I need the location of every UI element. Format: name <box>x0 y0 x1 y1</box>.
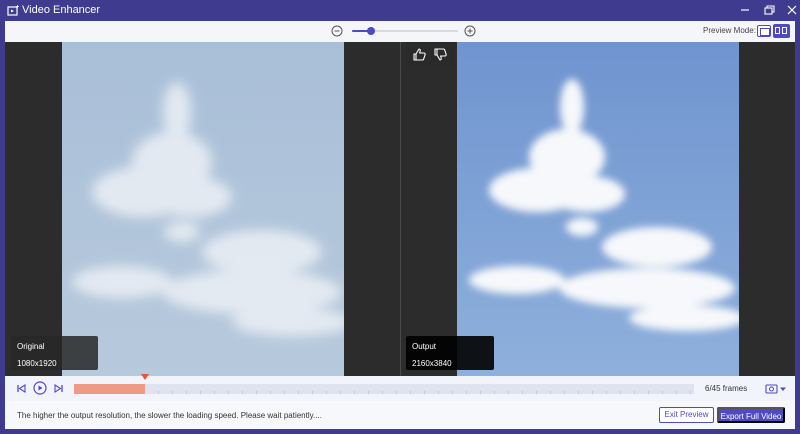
timeline-track[interactable] <box>74 384 694 394</box>
preview-area: Original 1080x1920 Output 2160x3840 <box>5 42 795 376</box>
app-logo-icon <box>7 4 20 16</box>
zoom-in-icon[interactable] <box>464 25 476 37</box>
playhead-marker[interactable] <box>140 374 149 380</box>
thumbs-down-icon[interactable] <box>433 47 448 62</box>
play-icon[interactable] <box>33 381 47 395</box>
zoom-slider[interactable] <box>352 27 458 35</box>
timeline-progress <box>74 384 145 394</box>
window-title: Video Enhancer <box>22 4 101 16</box>
split-view-icon[interactable] <box>773 24 790 38</box>
single-view-icon[interactable] <box>757 25 771 37</box>
footer-bar: The higher the output resolution, the sl… <box>5 401 795 429</box>
thumbs-up-icon[interactable] <box>412 47 427 62</box>
title-bar: Video Enhancer <box>0 0 800 21</box>
timeline-ticks <box>74 384 694 394</box>
close-icon[interactable] <box>785 3 799 17</box>
compare-divider[interactable] <box>400 42 401 376</box>
original-sky-image <box>62 42 344 376</box>
snapshot-icon[interactable] <box>765 383 787 395</box>
output-sky-image <box>457 42 739 376</box>
output-info-card: Output 2160x3840 <box>406 336 494 370</box>
loading-hint: The higher the output resolution, the sl… <box>17 411 322 420</box>
app-window: Video Enhancer Preview Mode: Original 10… <box>0 0 800 434</box>
frame-counter: 6/45 frames <box>705 384 748 393</box>
zoom-out-icon[interactable] <box>331 25 343 37</box>
minimize-icon[interactable] <box>738 3 752 17</box>
output-label: Output <box>412 342 437 351</box>
preview-mode-label: Preview Mode: <box>703 26 756 35</box>
timeline-bar: 6/45 frames <box>5 374 795 401</box>
original-label: Original <box>17 342 45 351</box>
export-full-video-button[interactable]: Export Full Video <box>717 407 785 423</box>
original-info-card: Original 1080x1920 <box>11 336 98 370</box>
original-preview <box>62 42 344 376</box>
original-resolution: 1080x1920 <box>17 359 57 368</box>
skip-start-icon[interactable] <box>16 383 27 394</box>
exit-preview-button[interactable]: Exit Preview <box>659 407 714 423</box>
skip-end-icon[interactable] <box>53 383 64 394</box>
zoom-slider-thumb[interactable] <box>367 27 376 35</box>
top-toolbar: Preview Mode: <box>5 21 795 42</box>
maximize-icon[interactable] <box>762 3 776 17</box>
output-preview <box>457 42 739 376</box>
output-resolution: 2160x3840 <box>412 359 452 368</box>
